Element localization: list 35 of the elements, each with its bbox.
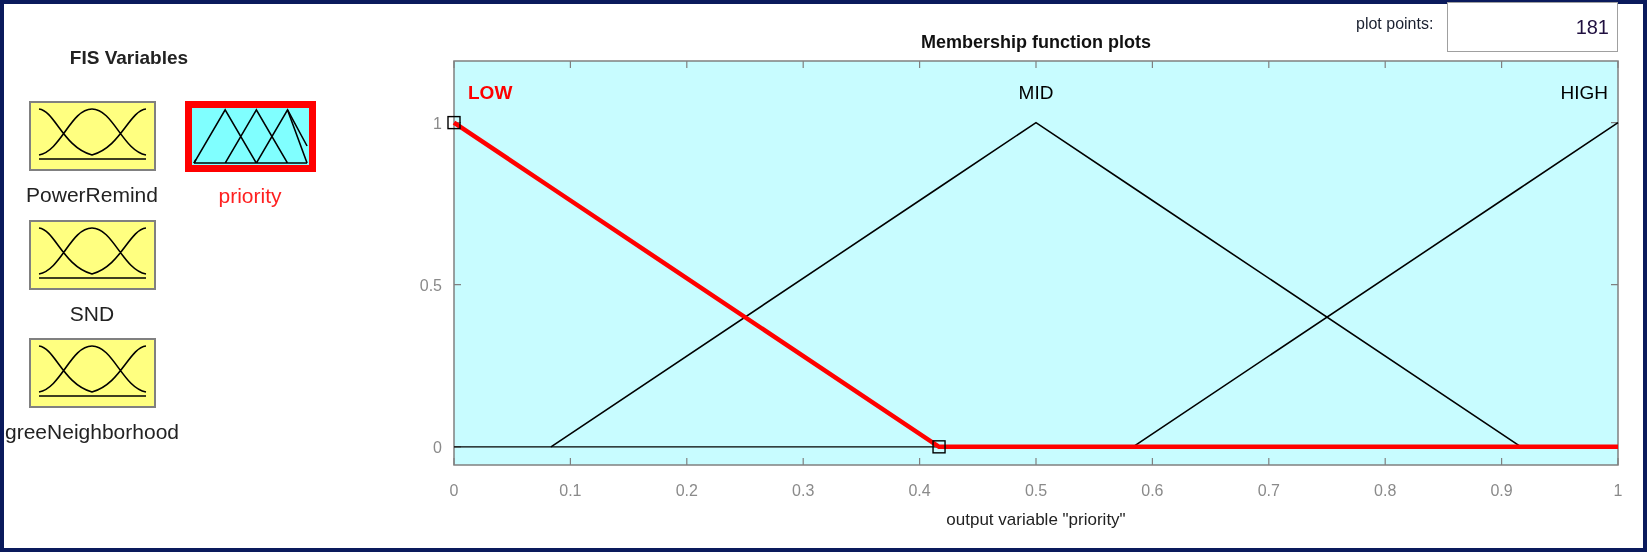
variable-label: greeNeighborhood xyxy=(5,419,179,444)
curve-handle[interactable] xyxy=(932,440,946,454)
plot-points-label: plot points: xyxy=(1356,14,1434,34)
x-tick-label: 0.9 xyxy=(1490,482,1513,499)
input-variable-tile[interactable] xyxy=(28,337,156,408)
membership-label[interactable]: MID xyxy=(1018,81,1054,103)
x-axis-label: output variable "priority" xyxy=(946,510,1126,529)
x-tick-label: 0.8 xyxy=(1374,482,1397,499)
input-variable-tile[interactable] xyxy=(28,100,156,171)
membership-curve[interactable] xyxy=(452,120,1618,450)
x-tick-label: 0.5 xyxy=(1024,482,1048,499)
y-tick-label: 0 xyxy=(433,438,442,456)
output-variable-tile[interactable] xyxy=(184,100,316,172)
y-tick-label: 1 xyxy=(433,114,442,132)
curve-handle[interactable] xyxy=(447,115,461,130)
plot-points-field[interactable]: 181 xyxy=(1447,2,1618,52)
input-variable-tile[interactable] xyxy=(28,219,156,290)
y-tick-label: 0.5 xyxy=(419,276,442,294)
variable-label: priority xyxy=(218,183,282,208)
x-tick-label: 1 xyxy=(1613,482,1623,499)
x-tick-label: 0.2 xyxy=(675,482,698,499)
x-tick-label: 0 xyxy=(449,482,459,499)
x-tick-label: 0.7 xyxy=(1257,482,1280,499)
panel-title: FIS Variables xyxy=(68,46,190,70)
chart-title: Membership function plots xyxy=(921,32,1151,52)
variable-label: SND xyxy=(69,301,115,326)
x-tick-label: 0.6 xyxy=(1141,482,1164,499)
x-tick-label: 0.4 xyxy=(908,482,931,499)
x-tick-label: 0.1 xyxy=(559,482,582,499)
membership-label[interactable]: LOW xyxy=(468,81,513,103)
x-tick-label: 0.3 xyxy=(792,482,815,499)
membership-label[interactable]: HIGH xyxy=(1560,81,1608,103)
variable-label: PowerRemind xyxy=(26,182,158,207)
membership-curve[interactable] xyxy=(1132,121,1619,448)
membership-curve[interactable] xyxy=(550,121,1522,448)
